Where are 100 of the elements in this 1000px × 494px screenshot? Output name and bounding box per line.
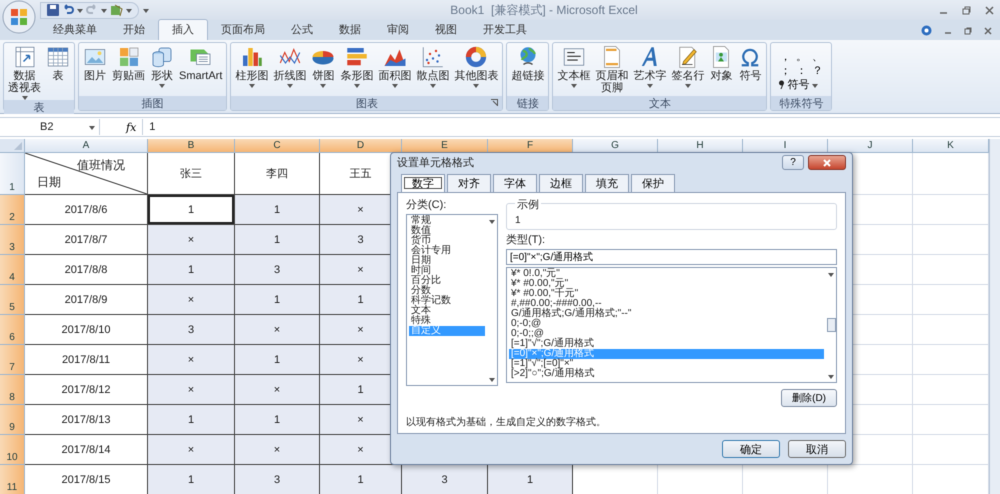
dialog-tab[interactable]: 边框 <box>539 174 583 192</box>
ribbon-button[interactable]: 符号 <box>736 45 764 82</box>
vertical-scrollbar[interactable] <box>989 139 1000 494</box>
list-item[interactable]: [=1]"√";[=0]"×" <box>509 359 824 369</box>
row-header[interactable]: 10 <box>0 435 25 465</box>
symbol-button[interactable]: 、 <box>809 49 826 61</box>
symbol-button[interactable]: 。 <box>793 49 810 61</box>
ribbon-tab[interactable]: 插入 <box>158 19 208 40</box>
dialog-launcher-icon[interactable] <box>491 99 498 106</box>
ribbon-tab[interactable]: 数据 <box>326 20 374 40</box>
list-item[interactable]: ¥* #0.00,"元" <box>509 279 824 289</box>
ribbon-button[interactable]: 柱形图 <box>233 45 270 88</box>
format-painter-icon[interactable] <box>110 4 123 16</box>
list-item[interactable]: ¥* #0.00,"千元" <box>509 289 824 299</box>
close-icon[interactable] <box>984 26 992 34</box>
column-header[interactable]: H <box>658 139 743 153</box>
ribbon-button[interactable]: 形状 <box>148 45 176 88</box>
ribbon-tab[interactable]: 审阅 <box>374 20 422 40</box>
column-header[interactable]: G <box>573 139 658 153</box>
ribbon-button[interactable]: 文本框 <box>555 45 592 88</box>
save-icon[interactable] <box>47 4 59 16</box>
symbol-dropdown[interactable]: 符号 <box>773 75 824 94</box>
dialog-tab[interactable]: 对齐 <box>447 174 491 192</box>
undo-icon[interactable] <box>62 4 74 16</box>
column-header[interactable]: J <box>828 139 913 153</box>
dialog-tab[interactable]: 数字 <box>401 174 445 192</box>
ribbon-button[interactable]: 艺术字 <box>631 45 668 88</box>
dialog-tab[interactable]: 字体 <box>493 174 537 192</box>
dialog-button[interactable]: 确定 <box>722 440 780 458</box>
help-button[interactable]: ? <box>782 155 804 170</box>
row-header[interactable]: 2 <box>0 195 25 225</box>
dialog-tab[interactable]: 填充 <box>585 174 629 192</box>
ribbon-button[interactable]: 饼图 <box>309 45 338 88</box>
ribbon-button[interactable]: 数据 透视表 <box>6 45 43 100</box>
symbol-button[interactable]: ？ <box>809 63 826 75</box>
list-item[interactable]: 日期 <box>409 256 485 266</box>
list-item[interactable]: 数值 <box>409 226 485 236</box>
row-header[interactable]: 8 <box>0 375 25 405</box>
restore-icon[interactable] <box>964 26 972 34</box>
column-header[interactable]: D <box>320 139 402 153</box>
list-item[interactable]: 特殊 <box>409 316 485 326</box>
symbol-button[interactable]: ； <box>777 63 794 75</box>
column-header[interactable]: E <box>402 139 488 153</box>
ribbon-button[interactable]: 折线图 <box>271 45 308 88</box>
symbol-button[interactable]: ： <box>793 63 810 75</box>
list-item[interactable]: [=1]"√";G/通用格式 <box>509 339 824 349</box>
column-header[interactable]: C <box>235 139 320 153</box>
dialog-button[interactable]: 取消 <box>788 440 846 458</box>
list-item[interactable]: G/通用格式;G/通用格式;"--" <box>509 309 824 319</box>
column-header[interactable]: K <box>913 139 989 153</box>
row-header[interactable]: 9 <box>0 405 25 435</box>
list-item[interactable]: [>2]"○";G/通用格式 <box>509 369 824 379</box>
list-item[interactable]: 0;-0;;@ <box>509 329 824 339</box>
ribbon-button[interactable]: 表 <box>44 45 72 82</box>
ribbon-button[interactable]: SmartArt <box>177 45 224 82</box>
ribbon-tab[interactable]: 经典菜单 <box>40 20 110 40</box>
column-header[interactable]: B <box>148 139 235 153</box>
ribbon-tab[interactable]: 视图 <box>422 20 470 40</box>
help-icon[interactable] <box>921 25 932 36</box>
list-item[interactable]: 时间 <box>409 266 485 276</box>
scroll-thumb[interactable] <box>826 318 836 332</box>
row-header[interactable]: 3 <box>0 225 25 255</box>
name-box[interactable]: B2 <box>0 119 100 135</box>
list-item[interactable]: 常规 <box>409 216 485 226</box>
ribbon-button[interactable]: 剪贴画 <box>110 45 147 82</box>
list-item[interactable]: 百分比 <box>409 276 485 286</box>
list-item[interactable]: ¥* 0!.0,"元" <box>509 269 824 279</box>
row-header[interactable]: 7 <box>0 345 25 375</box>
row-header[interactable]: 4 <box>0 255 25 285</box>
ribbon-button[interactable]: 页眉和 页脚 <box>593 45 630 94</box>
list-item[interactable]: 科学记数 <box>409 296 485 306</box>
row-header[interactable]: 11 <box>0 465 25 494</box>
restore-icon[interactable] <box>962 6 971 14</box>
ribbon-button[interactable]: 签名行 <box>669 45 706 88</box>
delete-button[interactable]: 删除(D) <box>781 389 837 407</box>
close-icon[interactable] <box>985 6 994 14</box>
ribbon-tab[interactable]: 开始 <box>110 20 158 40</box>
ribbon-tab[interactable]: 页面布局 <box>208 20 278 40</box>
list-item[interactable]: 货币 <box>409 236 485 246</box>
ribbon-button[interactable]: 图片 <box>81 45 109 82</box>
list-item[interactable]: 0;-0;@ <box>509 319 824 329</box>
list-item[interactable]: 文本 <box>409 306 485 316</box>
type-field[interactable]: [=0]"×";G/通用格式 <box>506 249 837 265</box>
ribbon-button[interactable]: 对象 <box>707 45 736 82</box>
ribbon-button[interactable]: 条形图 <box>338 45 376 88</box>
ribbon-tab[interactable]: 公式 <box>278 20 326 40</box>
ribbon-button[interactable]: 散点图 <box>414 45 452 88</box>
column-header[interactable]: F <box>488 139 573 153</box>
ribbon-button[interactable]: 面积图 <box>376 45 414 88</box>
insert-function-button[interactable]: fx <box>120 120 142 134</box>
column-header[interactable]: I <box>743 139 828 153</box>
ribbon-button[interactable]: 其他图表 <box>452 45 500 88</box>
row-header[interactable]: 5 <box>0 285 25 315</box>
ribbon-tab[interactable]: 开发工具 <box>470 20 540 40</box>
list-item[interactable]: 分数 <box>409 286 485 296</box>
row-header[interactable]: 6 <box>0 315 25 345</box>
close-button[interactable] <box>808 155 846 170</box>
ribbon-button[interactable]: 超链接 <box>509 45 546 82</box>
column-header[interactable]: A <box>25 139 148 153</box>
formula-field[interactable]: 1 <box>142 119 1000 135</box>
